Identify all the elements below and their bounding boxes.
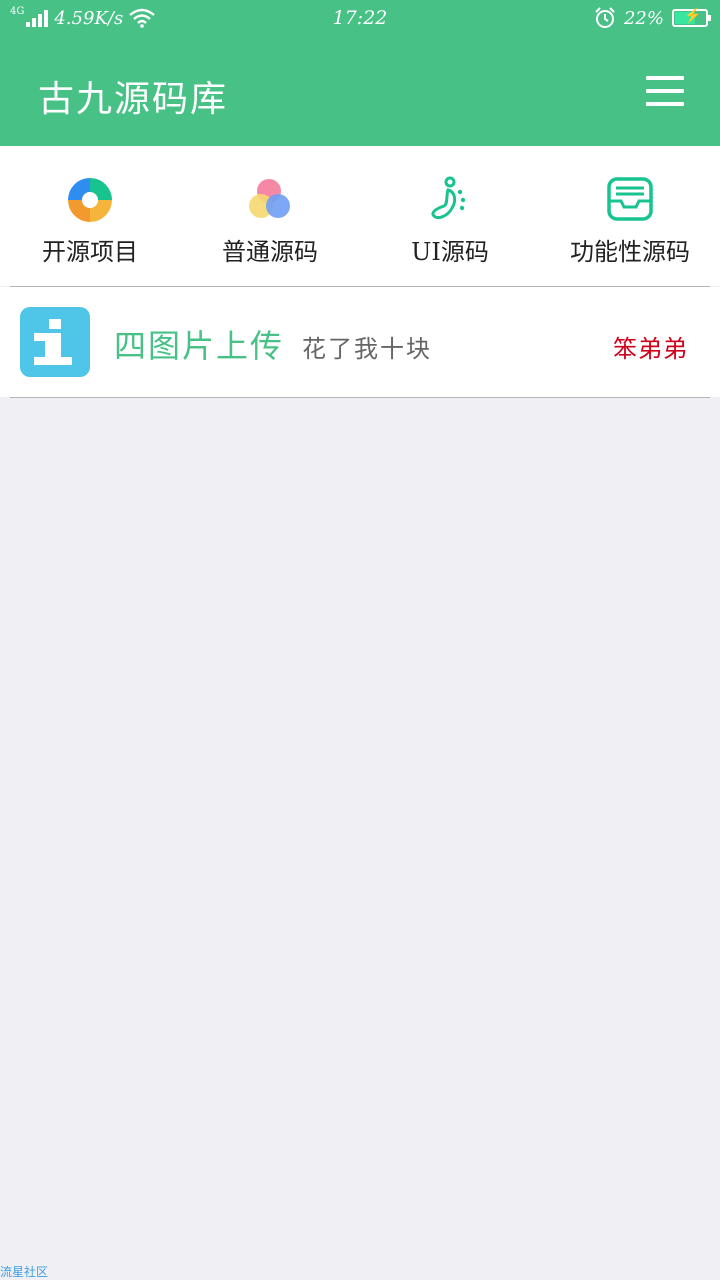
item-author: 笨弟弟 <box>613 335 688 363</box>
status-bar: 4G 4.59K/s 17:22 22% ⚡ <box>0 0 720 36</box>
color-circles-icon <box>249 179 290 218</box>
inbox-icon <box>607 177 653 221</box>
category-label: 普通源码 <box>222 238 318 266</box>
item-description: 花了我十块 <box>302 335 432 363</box>
category-label: 功能性源码 <box>570 238 690 266</box>
status-right: 22% ⚡ <box>594 6 711 30</box>
category-ui-source[interactable]: UI源码 <box>360 146 540 286</box>
category-label: 开源项目 <box>42 238 138 266</box>
item-title: 四图片上传 <box>114 327 285 365</box>
category-grid: 开源项目 普通源码 UI源码 功能性源码 <box>0 146 720 286</box>
watermark: 流星社区 <box>0 1265 49 1279</box>
app-bar: 古九源码库 <box>0 36 720 146</box>
category-functional-source[interactable]: 功能性源码 <box>540 146 720 286</box>
hamburger-menu-icon[interactable] <box>646 76 684 106</box>
list-item[interactable]: 四图片上传 花了我十块 笨弟弟 <box>0 287 720 397</box>
category-open-source[interactable]: 开源项目 <box>0 146 180 286</box>
category-label: UI源码 <box>411 238 489 266</box>
category-normal-source[interactable]: 普通源码 <box>180 146 360 286</box>
aperture-icon <box>68 178 112 222</box>
info-icon <box>20 307 90 377</box>
footprint-icon <box>431 176 466 220</box>
alarm-icon <box>595 7 615 28</box>
divider <box>10 397 710 398</box>
battery-icon: ⚡ <box>672 8 711 27</box>
page-title: 古九源码库 <box>38 79 229 120</box>
battery-percent: 22% <box>623 7 664 29</box>
